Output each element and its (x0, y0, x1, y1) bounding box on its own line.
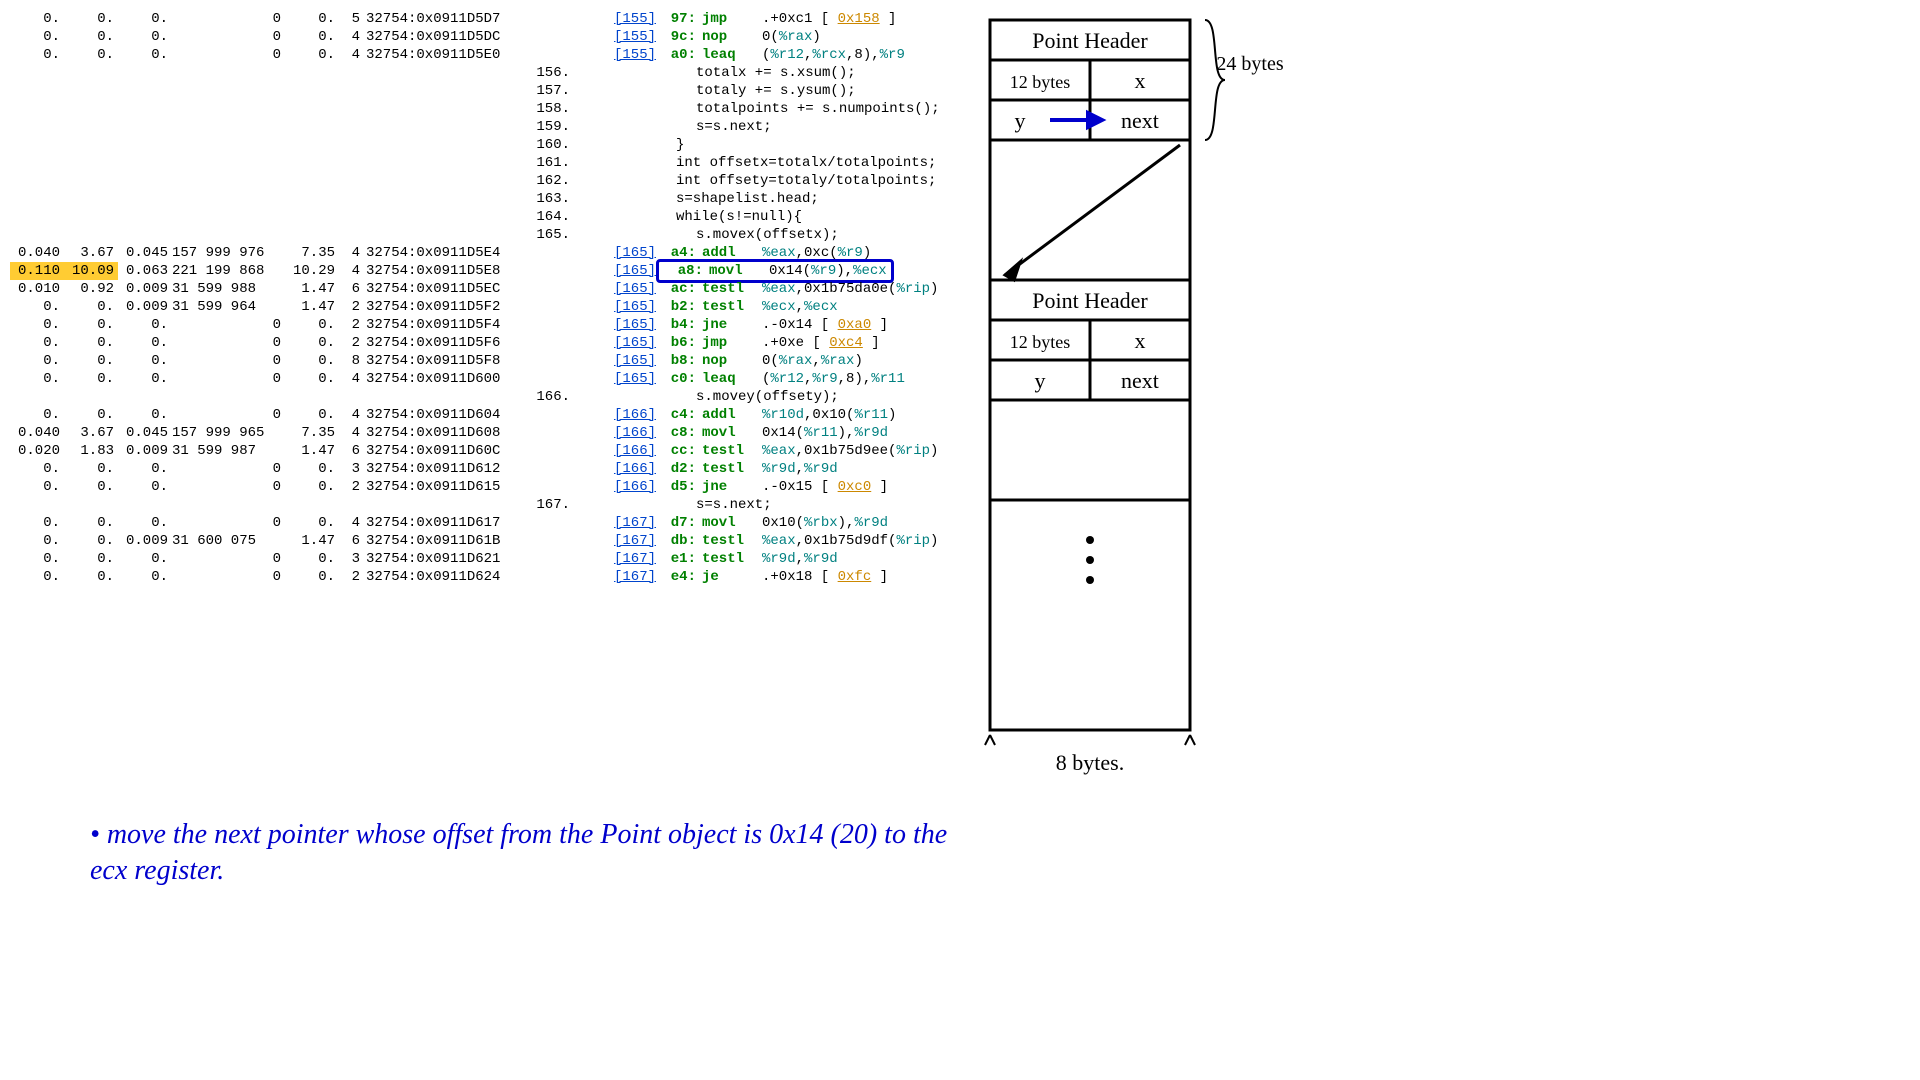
source-link[interactable]: [166] (596, 442, 656, 460)
source-link[interactable]: [166] (596, 478, 656, 496)
listing-row: 163.s=shapelist.head; (10, 190, 940, 208)
listing-row: 0.0.0.00931 600 0751.47632754:0x0911D61B… (10, 532, 940, 550)
svg-text:y: y (1034, 368, 1045, 393)
listing-row: 0.0201.830.00931 599 9871.47632754:0x091… (10, 442, 940, 460)
listing-row: 157.totaly += s.ysum(); (10, 82, 940, 100)
listing-row: 0.0.0.00931 599 9641.47232754:0x0911D5F2… (10, 298, 940, 316)
source-link[interactable]: [155] (596, 46, 656, 64)
source-link[interactable]: [165] (596, 262, 656, 280)
svg-text:Point Header: Point Header (1032, 288, 1148, 313)
listing-row: 166.s.movey(offsety); (10, 388, 940, 406)
svg-text:next: next (1121, 368, 1159, 393)
svg-text:24 bytes: 24 bytes (1216, 53, 1283, 75)
listing-row: 158.totalpoints += s.numpoints(); (10, 100, 940, 118)
disasm-listing: 0.0.0.00.532754:0x0911D5D7[155]97:jmp.+0… (10, 10, 940, 797)
listing-row: 167.s=s.next; (10, 496, 940, 514)
memory-diagram: Point Header 12 bytes x y next Point Hea… (980, 10, 1260, 797)
source-link[interactable]: [155] (596, 10, 656, 28)
svg-text:next: next (1121, 108, 1159, 133)
svg-text:x: x (1134, 328, 1145, 353)
listing-row: 0.0.0.00.232754:0x0911D5F6[165]b6:jmp.+0… (10, 334, 940, 352)
source-link[interactable]: [166] (596, 406, 656, 424)
listing-row: 160.} (10, 136, 940, 154)
listing-row: 165.s.movex(offsetx); (10, 226, 940, 244)
svg-text:Point Header: Point Header (1032, 28, 1148, 53)
listing-row: 0.0.0.00.532754:0x0911D5D7[155]97:jmp.+0… (10, 10, 940, 28)
listing-row: 0.0.0.00.432754:0x0911D604[166]c4:addl%r… (10, 406, 940, 424)
listing-row: 0.0403.670.045157 999 9657.35432754:0x09… (10, 424, 940, 442)
listing-row: 164.while(s!=null){ (10, 208, 940, 226)
listing-row: 0.0.0.00.332754:0x0911D612[166]d2:testl%… (10, 460, 940, 478)
source-link[interactable]: [165] (596, 370, 656, 388)
svg-text:y: y (1014, 108, 1025, 133)
listing-row: 0.0.0.00.432754:0x0911D617[167]d7:movl0x… (10, 514, 940, 532)
listing-row: 161.int offsetx=totalx/totalpoints; (10, 154, 940, 172)
listing-row: 0.0.0.00.432754:0x0911D5E0[155]a0:leaq(%… (10, 46, 940, 64)
source-link[interactable]: [167] (596, 514, 656, 532)
svg-text:12 bytes: 12 bytes (1009, 332, 1070, 352)
listing-row: 162.int offsety=totaly/totalpoints; (10, 172, 940, 190)
listing-row: 0.0.0.00.232754:0x0911D5F4[165]b4:jne.-0… (10, 316, 940, 334)
source-link[interactable]: [167] (596, 568, 656, 586)
svg-text:x: x (1134, 68, 1145, 93)
source-link[interactable]: [165] (596, 244, 656, 262)
source-link[interactable]: [165] (596, 316, 656, 334)
source-link[interactable]: [165] (596, 352, 656, 370)
handwritten-note: • move the next pointer whose offset fro… (90, 817, 990, 890)
listing-row: 0.0.0.00.232754:0x0911D624[167]e4:je.+0x… (10, 568, 940, 586)
svg-text:12 bytes: 12 bytes (1009, 72, 1070, 92)
listing-row: 156.totalx += s.xsum(); (10, 64, 940, 82)
listing-row: 159.s=s.next; (10, 118, 940, 136)
listing-row: 0.0100.920.00931 599 9881.47632754:0x091… (10, 280, 940, 298)
source-link[interactable]: [165] (596, 298, 656, 316)
listing-row: 0.0.0.00.832754:0x0911D5F8[165]b8:nop0(%… (10, 352, 940, 370)
listing-row: 0.0.0.00.432754:0x0911D5DC[155]9c:nop0(%… (10, 28, 940, 46)
source-link[interactable]: [166] (596, 460, 656, 478)
svg-text:8 bytes.: 8 bytes. (1055, 750, 1123, 775)
source-link[interactable]: [155] (596, 28, 656, 46)
listing-row: 0.0.0.00.432754:0x0911D600[165]c0:leaq(%… (10, 370, 940, 388)
listing-row: 0.0.0.00.232754:0x0911D615[166]d5:jne.-0… (10, 478, 940, 496)
source-link[interactable]: [167] (596, 550, 656, 568)
listing-row: 0.11010.090.063221 199 86810.29432754:0x… (10, 262, 940, 280)
source-link[interactable]: [166] (596, 424, 656, 442)
source-link[interactable]: [165] (596, 334, 656, 352)
source-link[interactable]: [167] (596, 532, 656, 550)
listing-row: 0.0.0.00.332754:0x0911D621[167]e1:testl%… (10, 550, 940, 568)
source-link[interactable]: [165] (596, 280, 656, 298)
